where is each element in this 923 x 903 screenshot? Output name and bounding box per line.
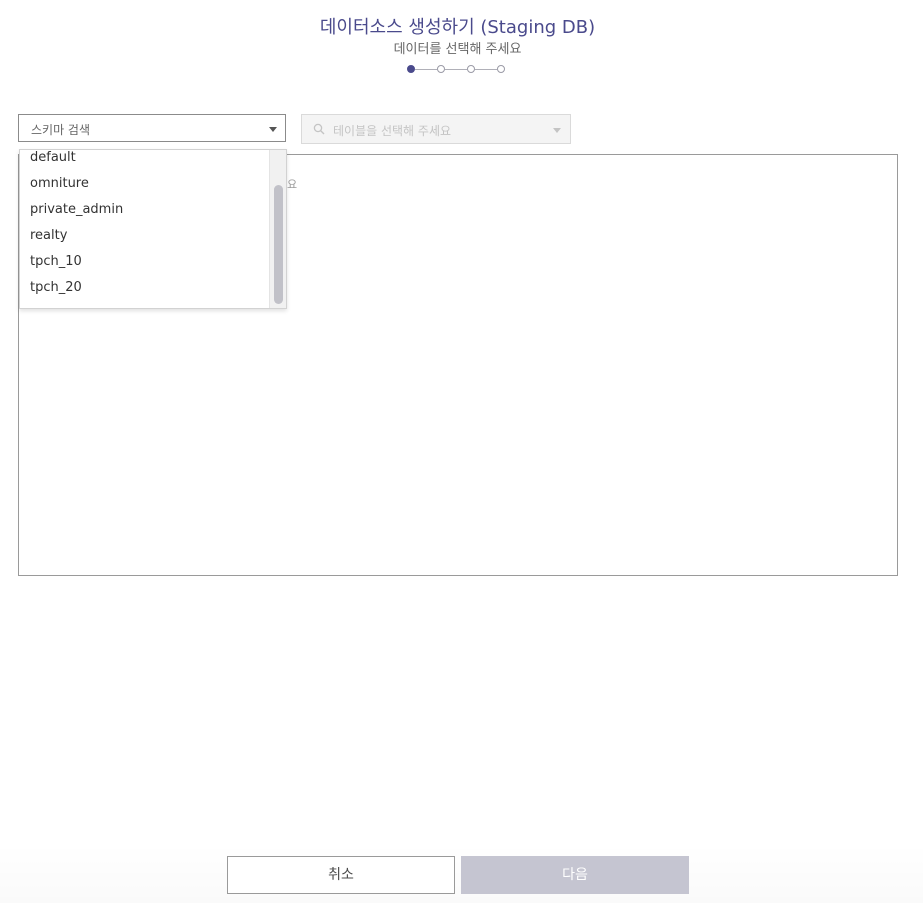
- chevron-down-icon[interactable]: [269, 127, 277, 132]
- page-subtitle: 데이터를 선택해 주세요: [393, 42, 522, 57]
- step-4-dot: [497, 65, 505, 73]
- schema-option-private-admin[interactable]: private_admin: [30, 202, 123, 217]
- schema-select[interactable]: 스키마 검색: [18, 114, 286, 142]
- schema-option-tpch-10[interactable]: tpch_10: [30, 254, 82, 269]
- step-connector: [475, 69, 497, 70]
- dropdown-scrollbar[interactable]: [269, 150, 286, 308]
- schema-option-omniture[interactable]: omniture: [30, 176, 89, 191]
- page-title: 데이터소스 생성하기 (Staging DB): [319, 17, 596, 38]
- table-select-placeholder: 테이블을 선택해 주세요: [333, 124, 452, 138]
- schema-select-value: 스키마 검색: [31, 123, 91, 137]
- scrollbar-thumb[interactable]: [274, 185, 283, 304]
- step-1-dot: [407, 65, 415, 73]
- schema-option-tpch-20[interactable]: tpch_20: [30, 280, 82, 295]
- schema-option-realty[interactable]: realty: [30, 228, 67, 243]
- search-icon: [313, 123, 325, 135]
- cancel-button[interactable]: 취소: [227, 856, 455, 894]
- step-3-dot: [467, 65, 475, 73]
- progress-stepper: [407, 65, 508, 75]
- step-2-dot: [437, 65, 445, 73]
- schema-option-default[interactable]: default: [30, 150, 76, 165]
- step-connector: [415, 69, 437, 70]
- chevron-down-icon[interactable]: [553, 128, 561, 133]
- step-connector: [445, 69, 467, 70]
- next-button[interactable]: 다음: [461, 856, 689, 894]
- table-select[interactable]: 테이블을 선택해 주세요: [301, 114, 571, 144]
- empty-state-text: 요: [287, 178, 298, 191]
- schema-dropdown-list[interactable]: default omniture private_admin realty tp…: [19, 149, 287, 309]
